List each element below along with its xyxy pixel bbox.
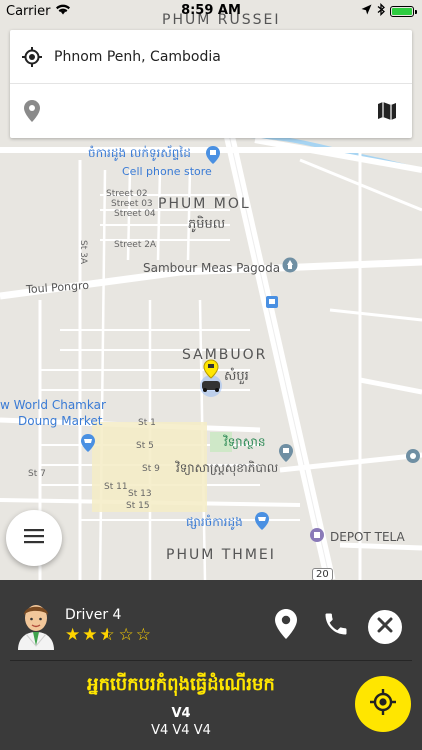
driver-status-text: អ្នកបើកបរកំពុងធ្វើដំណើរមក bbox=[87, 674, 275, 695]
map-label-depot-tela: DEPOT TELA bbox=[330, 530, 405, 544]
app-screen: PHUM RUSSEI ចំការដូង លក់ទូរស័ព្ទដៃ Cell … bbox=[0, 0, 422, 750]
phone-icon bbox=[322, 610, 350, 642]
location-arrow-icon bbox=[361, 4, 372, 19]
recenter-location-button[interactable] bbox=[355, 676, 411, 732]
panel-divider bbox=[10, 660, 412, 661]
map-label-st13: St 13 bbox=[128, 489, 152, 499]
map-label-st15: St 15 bbox=[126, 501, 150, 511]
map-label-st7: St 7 bbox=[28, 469, 46, 479]
map-label-st1: St 1 bbox=[138, 418, 156, 428]
driver-avatar bbox=[14, 598, 58, 650]
route-search-card: Phnom Penh, Cambodia bbox=[10, 30, 412, 138]
map-icon[interactable] bbox=[362, 84, 412, 138]
map-label-st9: St 9 bbox=[142, 464, 160, 474]
star-full-icon: ★ bbox=[82, 625, 98, 645]
map-label-st11: St 11 bbox=[104, 482, 128, 492]
map-label-sambuor-km: សំបួរ bbox=[224, 369, 249, 384]
gps-target-icon bbox=[369, 688, 397, 720]
driver-location-button[interactable] bbox=[270, 609, 302, 643]
pickup-location-text[interactable]: Phnom Penh, Cambodia bbox=[54, 49, 412, 65]
driver-rating: ★ ★ ☆ ★ ☆ ☆ bbox=[65, 626, 151, 644]
map-label-sambour-meas: Sambour Meas Pagoda bbox=[143, 261, 281, 275]
menu-button[interactable] bbox=[6, 510, 62, 566]
map-label-cell-phone-km: ចំការដូង លក់ទូរស័ព្ទដៃ bbox=[88, 146, 191, 160]
pickup-row[interactable]: Phnom Penh, Cambodia bbox=[10, 30, 412, 84]
map-label-doung-market: Doung Market bbox=[18, 414, 103, 428]
destination-row[interactable] bbox=[10, 84, 412, 138]
map-label-street04: Street 04 bbox=[114, 209, 156, 219]
map-label-street2a: Street 2A bbox=[114, 240, 157, 250]
star-empty-icon: ☆ bbox=[118, 625, 134, 645]
map-label-university-km: វិទ្យាសាស្ត្រសុខាភិបាល bbox=[176, 461, 279, 475]
map-label-cell-phone: Cell phone store bbox=[122, 165, 212, 178]
route-badge: 20 bbox=[312, 568, 333, 580]
bluetooth-icon bbox=[377, 2, 385, 20]
map-label-st3a: St 3A bbox=[78, 240, 88, 264]
map-label-market-km: ផ្សារចំការដូង bbox=[186, 515, 243, 529]
place-pin-icon bbox=[10, 84, 54, 138]
map-label-temple-km: វិទ្យាស្ថាន bbox=[224, 435, 266, 449]
star-half-icon: ☆ ★ bbox=[99, 625, 115, 645]
driver-panel: Driver 4 ★ ★ ☆ ★ ☆ ☆ អ្នកបើកបរកំពុងធ្វើដ… bbox=[0, 580, 422, 750]
location-pin-icon bbox=[275, 609, 297, 643]
destination-input[interactable] bbox=[54, 91, 362, 131]
driver-car-marker[interactable] bbox=[196, 358, 226, 398]
vehicle-model: V4 V4 V4 bbox=[151, 723, 211, 738]
battery-icon bbox=[390, 6, 417, 17]
map-label-st5: St 5 bbox=[136, 441, 154, 451]
star-full-icon: ★ bbox=[65, 625, 81, 645]
map-label-world-chamkar: w World Chamkar bbox=[0, 398, 106, 412]
driver-name: Driver 4 bbox=[65, 607, 122, 623]
close-icon bbox=[377, 617, 393, 637]
map-label-street03: Street 03 bbox=[111, 199, 153, 209]
map-label-street02: Street 02 bbox=[106, 189, 148, 199]
call-driver-button[interactable] bbox=[320, 610, 352, 642]
map-label-phum-thmei: PHUM THMEI bbox=[166, 547, 276, 563]
status-time: 8:59 AM bbox=[181, 3, 241, 18]
status-bar: Carrier 8:59 AM bbox=[0, 0, 422, 22]
vehicle-plate: V4 bbox=[171, 706, 191, 721]
hamburger-icon bbox=[24, 528, 44, 548]
star-empty-icon: ☆ bbox=[135, 625, 151, 645]
map-label-phum-mol-km: ភូមិមល bbox=[188, 217, 226, 232]
my-location-icon[interactable] bbox=[10, 30, 54, 84]
cancel-ride-button[interactable] bbox=[368, 610, 402, 644]
map-label-phum-mol: PHUM MOL bbox=[158, 196, 251, 212]
